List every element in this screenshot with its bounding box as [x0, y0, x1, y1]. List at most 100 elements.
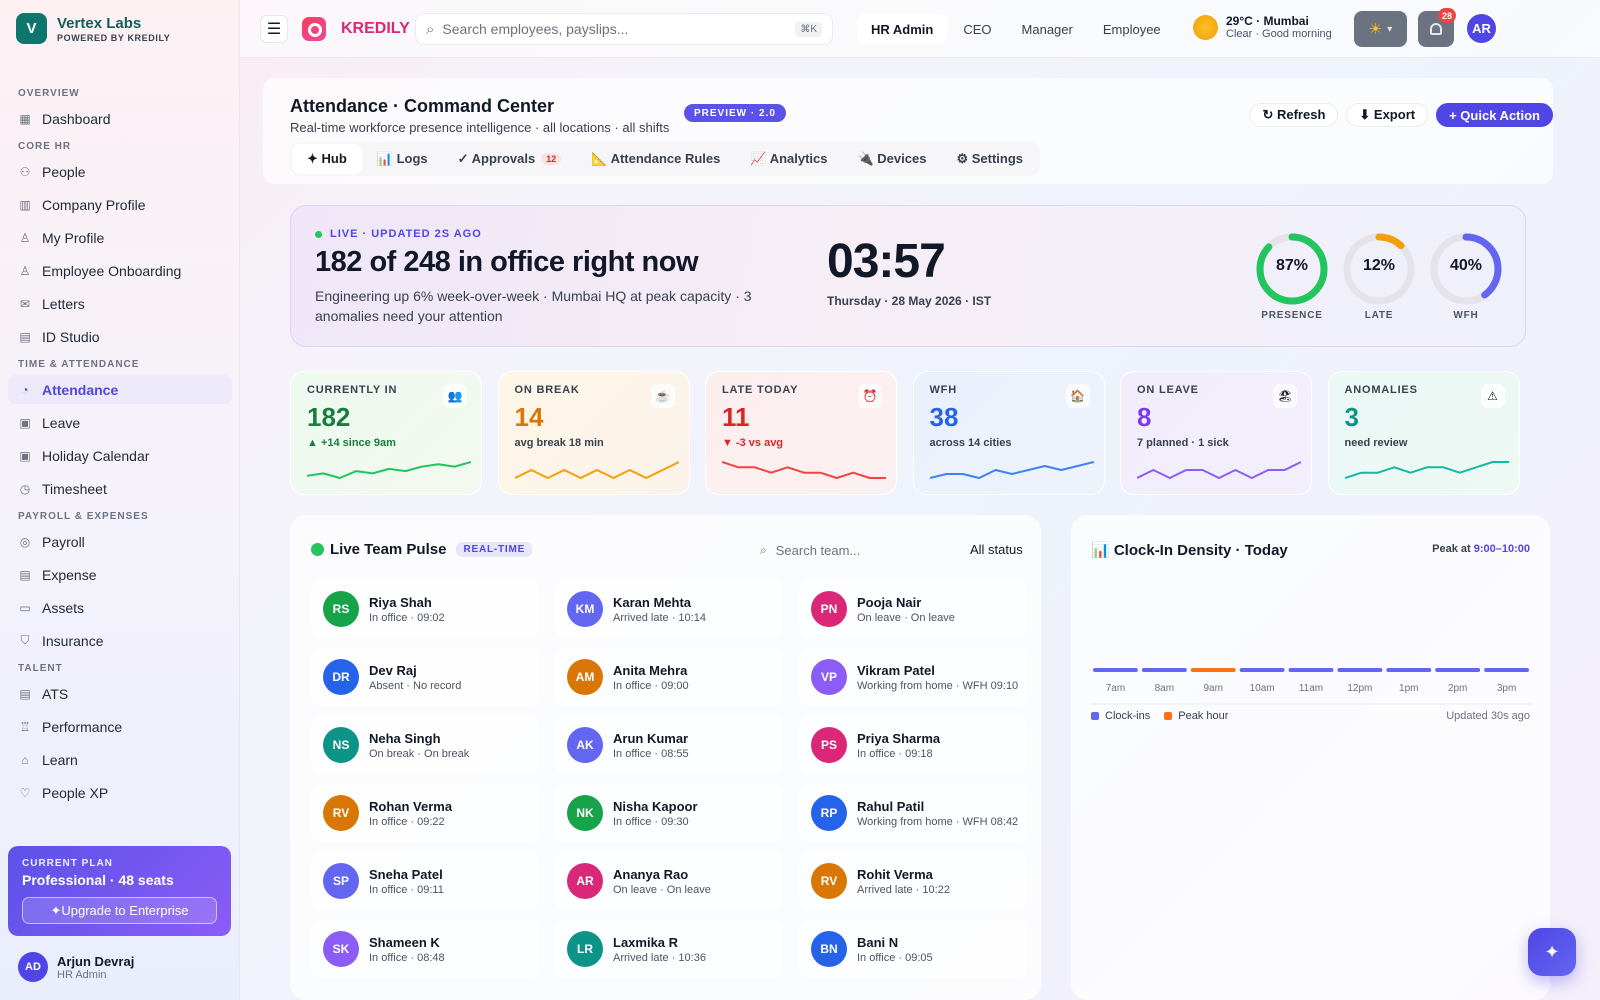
member-status: Working from home · WFH 08:42 [857, 815, 1019, 828]
sidebar-item-attendance[interactable]: ◔ Attendance [8, 375, 232, 404]
member-name: Shameen K [369, 934, 440, 950]
refresh-button[interactable]: ↻ Refresh [1249, 103, 1339, 127]
team-member-card[interactable]: RV Rohit Verma Arrived late · 10:22 [799, 852, 1027, 910]
member-text: Nisha Kapoor In office · 09:30 [613, 799, 698, 828]
tab-devices[interactable]: 🔌 Devices [843, 144, 942, 174]
sidebar-item-ats[interactable]: ▤ ATS [8, 679, 232, 708]
team-member-card[interactable]: AM Anita Mehra In office · 09:00 [555, 648, 783, 706]
status-filter[interactable]: All status [970, 542, 1023, 557]
member-status: In office · 09:30 [613, 815, 689, 828]
avatar: AM [567, 659, 603, 695]
team-member-card[interactable]: RP Rahul Patil Working from home · WFH 08:… [799, 784, 1027, 842]
tab-attendance-rules[interactable]: 📐 Attendance Rules [576, 144, 735, 174]
tab-approvals[interactable]: ✓ Approvals 12 [443, 144, 577, 174]
sidebar-item-employee-onboarding[interactable]: ♙ Employee Onboarding [8, 256, 232, 285]
team-member-card[interactable]: AR Ananya Rao On leave · On leave [555, 852, 783, 910]
quick-action-button[interactable]: + Quick Action [1436, 103, 1553, 127]
role-tab-employee[interactable]: Employee [1089, 14, 1175, 44]
tab-bar: ✦ Hub 📊 Logs ✓ Approvals 12 📐 Attendance Rul… [290, 142, 1041, 176]
avatar: AK [567, 727, 603, 763]
tab-analytics[interactable]: 📈 Analytics [735, 144, 842, 174]
team-member-card[interactable]: PS Priya Sharma In office · 09:18 [799, 716, 1027, 774]
role-tab-manager[interactable]: Manager [1008, 14, 1087, 44]
team-member-card[interactable]: RV Rohan Verma In office · 09:22 [311, 784, 539, 842]
member-text: Anita Mehra In office · 09:00 [613, 663, 689, 692]
member-name: Vikram Patel [857, 662, 935, 678]
team-member-card[interactable]: DR Dev Raj Absent · No record [311, 648, 539, 706]
sidebar-item-dashboard[interactable]: ▦ Dashboard [8, 104, 232, 133]
sidebar-item-insurance[interactable]: ⛉ Insurance [8, 626, 232, 655]
upgrade-button[interactable]: ✦Upgrade to Enterprise [22, 897, 217, 924]
sidebar-item-performance[interactable]: ♖ Performance [8, 712, 232, 741]
member-status: On leave · On leave [613, 883, 711, 896]
team-search[interactable]: ⌕ Search team... [760, 537, 940, 563]
team-member-card[interactable]: RS Riya Shah In office · 09:02 [311, 580, 539, 638]
pulse-title: Live Team Pulse REAL-TIME [311, 541, 533, 558]
member-name: Anita Mehra [613, 662, 688, 678]
stat-card-currently-in[interactable]: CURRENTLY IN 👥 182 ▲ +14 since 9am [290, 371, 482, 495]
team-member-card[interactable]: BN Bani N In office · 09:05 [799, 920, 1027, 978]
team-member-card[interactable]: SP Sneha Patel In office · 09:11 [311, 852, 539, 910]
team-member-card[interactable]: NK Nisha Kapoor In office · 09:30 [555, 784, 783, 842]
team-member-card[interactable]: PN Pooja Nair On leave · On leave [799, 580, 1027, 638]
stat-card-anomalies[interactable]: ANOMALIES ⚠ 3 need review [1327, 371, 1520, 495]
sidebar-item-assets[interactable]: ▭ Assets [8, 593, 232, 622]
user-profile[interactable]: AD Arjun Devraj HR Admin [18, 952, 134, 982]
ai-assistant-button[interactable]: ✦ [1528, 928, 1576, 976]
export-button[interactable]: ⬇ Export [1346, 103, 1429, 127]
stat-label: WFH [929, 384, 957, 396]
sidebar-item-timesheet[interactable]: ◷ Timesheet [8, 474, 232, 503]
id-card-icon: ▤ [19, 329, 31, 344]
sidebar-item-label: Leave [42, 414, 81, 431]
sidebar-item-people[interactable]: ⚇ People [8, 157, 232, 186]
stat-card-on-leave[interactable]: ON LEAVE 🏖 8 7 planned · 1 sick [1120, 371, 1312, 495]
role-tab-ceo[interactable]: CEO [949, 14, 1005, 44]
stat-card-on-break[interactable]: ON BREAK ☕ 14 avg break 18 min [497, 371, 690, 495]
member-name: Riya Shah [369, 594, 432, 610]
stat-detail: across 14 cities [929, 437, 1012, 449]
stat-icon: ⚠ [1480, 384, 1505, 408]
weather-title: 29°C · Mumbai [1226, 14, 1309, 28]
member-name: Priya Sharma [857, 730, 941, 746]
tab-logs[interactable]: 📊 Logs [362, 144, 443, 174]
density-tick-label: 2pm [1448, 683, 1467, 694]
theme-toggle-button[interactable]: ☀ ▾ [1354, 11, 1407, 47]
sidebar-item-expense[interactable]: ▤ Expense [8, 560, 232, 589]
team-member-card[interactable]: NS Neha Singh On break · On break [311, 716, 539, 774]
sidebar-item-label: Dashboard [42, 110, 111, 127]
account-avatar[interactable]: AR [1465, 12, 1498, 45]
sidebar-item-holiday-calendar[interactable]: ▣ Holiday Calendar [8, 441, 232, 470]
sidebar-item-my-profile[interactable]: ♙ My Profile [8, 223, 232, 252]
team-member-card[interactable]: LR Laxmika R Arrived late · 10:36 [555, 920, 783, 978]
sidebar-nav: OVERVIEW ▦ Dashboard CORE HR ⚇ People ▥ Company… [8, 80, 232, 838]
topbar: ☰ KREDILY ⌕ ⌘K HR AdminCEOManagerEmploye… [240, 0, 1600, 58]
avatar: RS [323, 591, 359, 627]
sparkline [307, 461, 471, 479]
menu-icon[interactable]: ☰ [260, 15, 288, 43]
sidebar-item-payroll[interactable]: ◎ Payroll [8, 527, 232, 556]
stat-card-late-today[interactable]: LATE TODAY ⏰ 11 ▼ -3 vs avg [705, 371, 897, 495]
team-member-card[interactable]: SK Shameen K In office · 08:48 [311, 920, 539, 978]
preview-badge: PREVIEW · 2.0 [684, 104, 786, 122]
sidebar-item-company-profile[interactable]: ▥ Company Profile [8, 190, 232, 219]
sidebar-item-leave[interactable]: ▣ Leave [8, 408, 232, 437]
legend-clockins: Clock-ins [1105, 710, 1151, 722]
brand-logo: V [16, 13, 47, 44]
sidebar-item-learn[interactable]: ⌂ Learn [8, 745, 232, 774]
brand[interactable]: V Vertex Labs POWERED BY KREDILY [16, 13, 170, 44]
role-tab-hr-admin[interactable]: HR Admin [857, 14, 948, 44]
team-member-card[interactable]: VP Vikram Patel Working from home · WFH 09… [799, 648, 1027, 706]
team-member-card[interactable]: KM Karan Mehta Arrived late · 10:14 [555, 580, 783, 638]
sidebar-item-people-xp[interactable]: ♡ People XP [8, 778, 232, 807]
stat-card-wfh[interactable]: WFH 🏠 38 across 14 cities [912, 371, 1105, 495]
tab-hub[interactable]: ✦ Hub [292, 144, 362, 174]
brand-subtitle: POWERED BY KREDILY [57, 32, 171, 43]
sidebar-item-letters[interactable]: ✉ Letters [8, 289, 232, 318]
sidebar-item-id-studio[interactable]: ▤ ID Studio [8, 322, 232, 351]
search-input[interactable] [442, 21, 796, 37]
weather-subtitle: Clear · Good morning [1226, 28, 1332, 40]
team-member-card[interactable]: AK Arun Kumar In office · 08:55 [555, 716, 783, 774]
density-bar-1pm [1386, 668, 1432, 672]
avatar: BN [811, 931, 847, 967]
tab-settings[interactable]: ⚙ Settings [941, 144, 1038, 174]
